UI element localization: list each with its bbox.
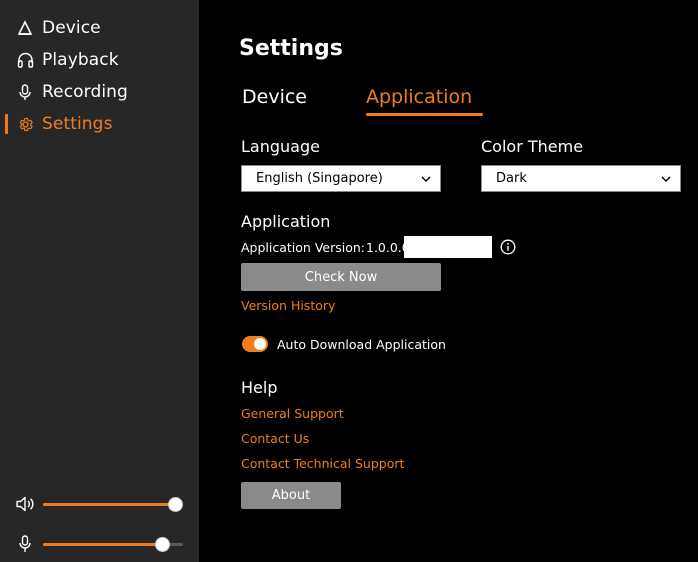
about-button[interactable]: About [241,482,341,509]
sidebar-item-settings[interactable]: Settings [0,110,199,138]
language-select[interactable]: English (Singapore) [241,165,441,192]
chevron-down-icon [421,176,431,183]
volume-slider[interactable] [43,497,183,512]
headphones-icon [16,51,34,69]
color-theme-select-value: Dark [496,171,527,186]
check-now-button[interactable]: Check Now [241,263,441,291]
page-title: Settings [239,36,343,61]
mic-slider-row [0,532,199,556]
sidebar-item-device[interactable]: Device [0,14,199,42]
sidebar: Device Playback Recording Settings [0,0,199,562]
info-icon[interactable] [500,239,516,255]
general-support-link[interactable]: General Support [241,406,344,421]
active-indicator [5,114,8,134]
help-heading: Help [241,378,278,397]
sidebar-item-label: Settings [42,114,113,134]
sidebar-item-recording[interactable]: Recording [0,78,199,106]
language-select-value: English (Singapore) [256,171,383,186]
mic-slider-fill [43,543,162,546]
auto-download-label: Auto Download Application [277,337,446,352]
version-label: Application Version: [241,240,365,255]
contact-technical-support-link[interactable]: Contact Technical Support [241,456,404,471]
version-history-link[interactable]: Version History [241,298,335,313]
toggle-knob [254,338,266,350]
gear-icon [16,115,34,133]
sidebar-item-label: Device [42,18,101,38]
device-icon [16,19,34,37]
volume-slider-fill [43,503,175,506]
mic-slider-thumb[interactable] [155,537,170,552]
volume-slider-row [0,492,199,516]
tab-device[interactable]: Device [242,86,307,108]
sidebar-item-playback[interactable]: Playback [0,46,199,74]
auto-download-toggle[interactable] [242,336,268,352]
microphone-icon [16,83,34,101]
main-panel: Settings Device Application Language Eng… [199,0,698,562]
volume-slider-thumb[interactable] [167,497,183,512]
application-heading: Application [241,212,331,231]
tab-application[interactable]: Application [366,86,472,108]
language-label: Language [241,137,320,156]
color-theme-label: Color Theme [481,137,584,156]
redacted-box [404,236,492,258]
sidebar-item-label: Recording [42,82,128,102]
color-theme-select[interactable]: Dark [481,165,681,192]
chevron-down-icon [661,176,671,183]
microphone-icon [15,535,35,553]
mic-slider[interactable] [43,537,183,552]
contact-us-link[interactable]: Contact Us [241,431,309,446]
active-tab-underline [366,113,483,116]
sidebar-item-label: Playback [42,50,119,70]
speaker-icon [15,495,35,513]
